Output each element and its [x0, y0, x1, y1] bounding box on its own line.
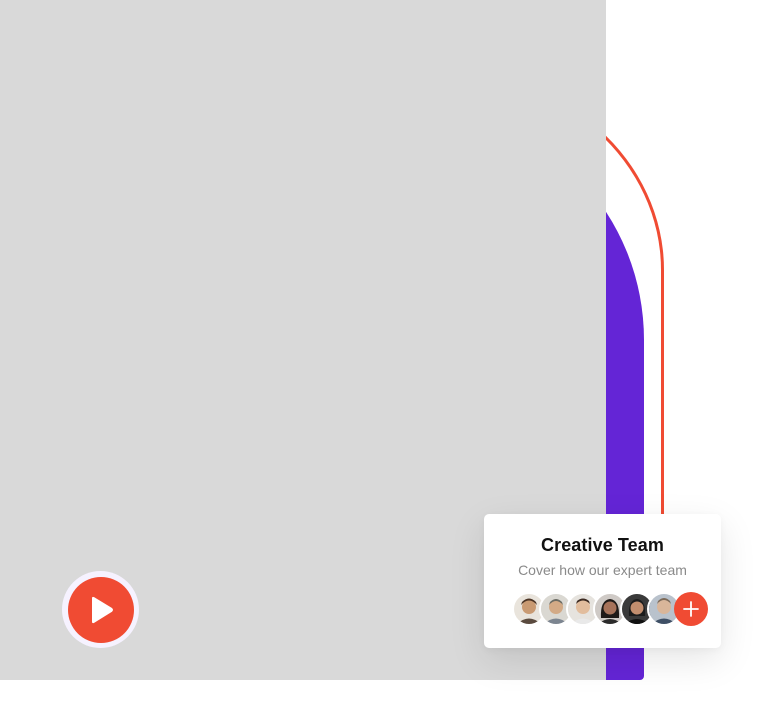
team-avatars — [512, 592, 708, 626]
plus-icon — [683, 601, 699, 617]
play-icon — [91, 596, 113, 623]
play-button[interactable] — [67, 576, 134, 643]
add-member-button[interactable] — [674, 592, 708, 626]
card-subtitle: Cover how our expert team — [518, 562, 687, 578]
creative-team-card: Creative Team Cover how our expert team — [484, 514, 721, 648]
page: Creative Team Cover how our expert team — [0, 0, 774, 702]
play-button-ring — [62, 571, 139, 648]
card-title: Creative Team — [540, 535, 665, 555]
